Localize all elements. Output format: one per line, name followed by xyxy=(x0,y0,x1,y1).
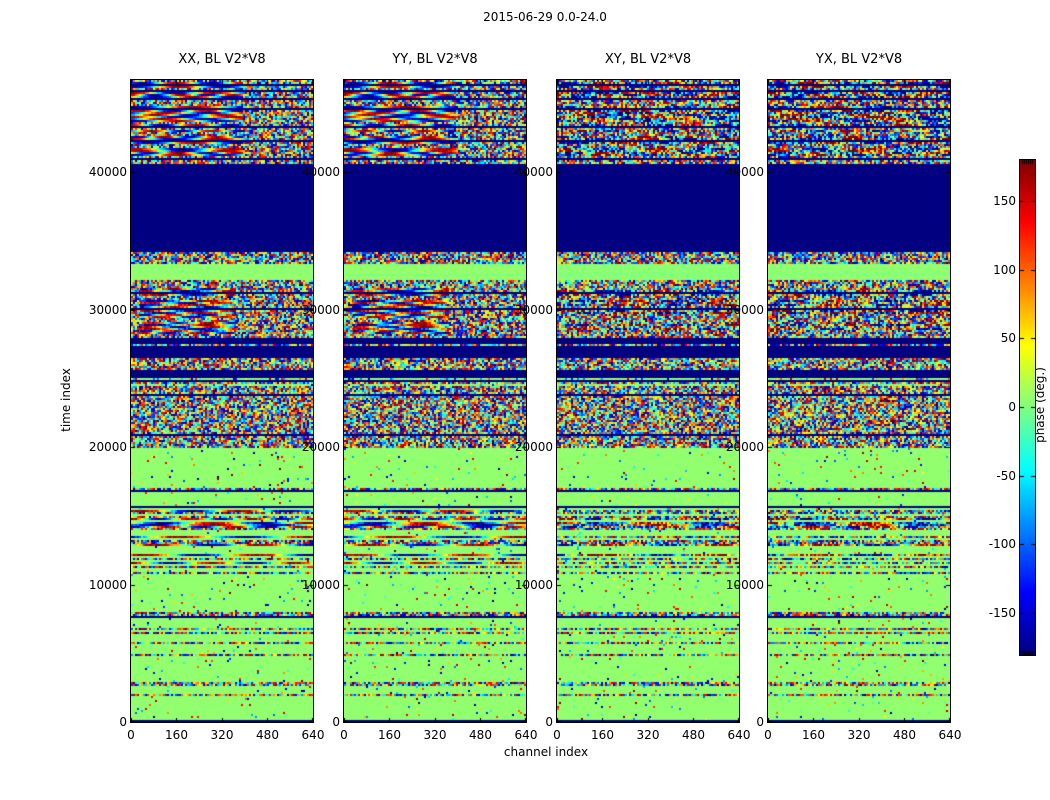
x-tick-label: 480 xyxy=(893,728,916,742)
x-tick-label: 160 xyxy=(378,728,401,742)
y-tick-label: 30000 xyxy=(514,302,553,317)
colorbar-tick-label: -150 xyxy=(988,606,1016,620)
panel-title-xx: XX, BL V2*V8 xyxy=(178,52,266,67)
panel-title-xy: XY, BL V2*V8 xyxy=(604,52,692,67)
x-tick-label: 0 xyxy=(127,728,135,742)
y-tick-label: 40000 xyxy=(725,165,764,180)
y-tick-label: 20000 xyxy=(88,440,127,455)
x-tick-label: 0 xyxy=(340,728,348,742)
y-tick-label: 40000 xyxy=(88,165,127,180)
colorbar-tick-label: 50 xyxy=(1000,331,1016,345)
x-tick-label: 320 xyxy=(423,728,447,742)
x-tick-label: 480 xyxy=(256,728,279,742)
y-tick-label: 20000 xyxy=(725,440,764,455)
x-tick-label: 160 xyxy=(165,728,188,742)
x-tick-label: 160 xyxy=(591,728,614,742)
y-tick-label: 10000 xyxy=(725,577,764,592)
y-tick-label: 10000 xyxy=(514,577,553,592)
figure: 2015-06-29 0.0-24.0 XX, BL V2*V8 0 10000 20… xyxy=(0,0,1050,800)
x-tick-label: 320 xyxy=(210,728,234,742)
y-tick-label: 30000 xyxy=(301,302,340,317)
colorbar-tick-label: -50 xyxy=(996,469,1016,483)
figure-title: 2015-06-29 0.0-24.0 xyxy=(483,10,607,24)
colorbar-tick-label: 100 xyxy=(993,263,1016,277)
x-tick-label: 320 xyxy=(847,728,871,742)
x-tick-label: 640 xyxy=(938,728,962,742)
y-tick-label: 20000 xyxy=(514,440,553,455)
x-axis-label: channel index xyxy=(503,745,589,759)
x-tick-label: 0 xyxy=(764,728,772,742)
x-tick-label: 160 xyxy=(802,728,825,742)
colorbar-tick-label: 150 xyxy=(993,194,1016,208)
panel-title-yx: YX, BL V2*V8 xyxy=(815,52,903,67)
y-axis-label: time index xyxy=(59,368,73,432)
panel-title-yy: YY, BL V2*V8 xyxy=(392,52,478,67)
colorbar xyxy=(1019,159,1036,656)
colorbar-tick-label: 0 xyxy=(1008,400,1016,414)
y-tick-label: 20000 xyxy=(301,440,340,455)
x-tick-label: 480 xyxy=(682,728,705,742)
y-tick-label: 30000 xyxy=(725,302,764,317)
y-tick-label: 40000 xyxy=(301,165,340,180)
heatmap-yx xyxy=(767,79,951,723)
x-tick-label: 320 xyxy=(636,728,660,742)
y-tick-label: 30000 xyxy=(88,302,127,317)
x-tick-label: 480 xyxy=(469,728,492,742)
colorbar-tick-label: -100 xyxy=(988,537,1016,551)
y-tick-label: 10000 xyxy=(88,577,127,592)
x-tick-label: 0 xyxy=(553,728,561,742)
y-tick-label: 10000 xyxy=(301,577,340,592)
y-tick-label: 40000 xyxy=(514,165,553,180)
